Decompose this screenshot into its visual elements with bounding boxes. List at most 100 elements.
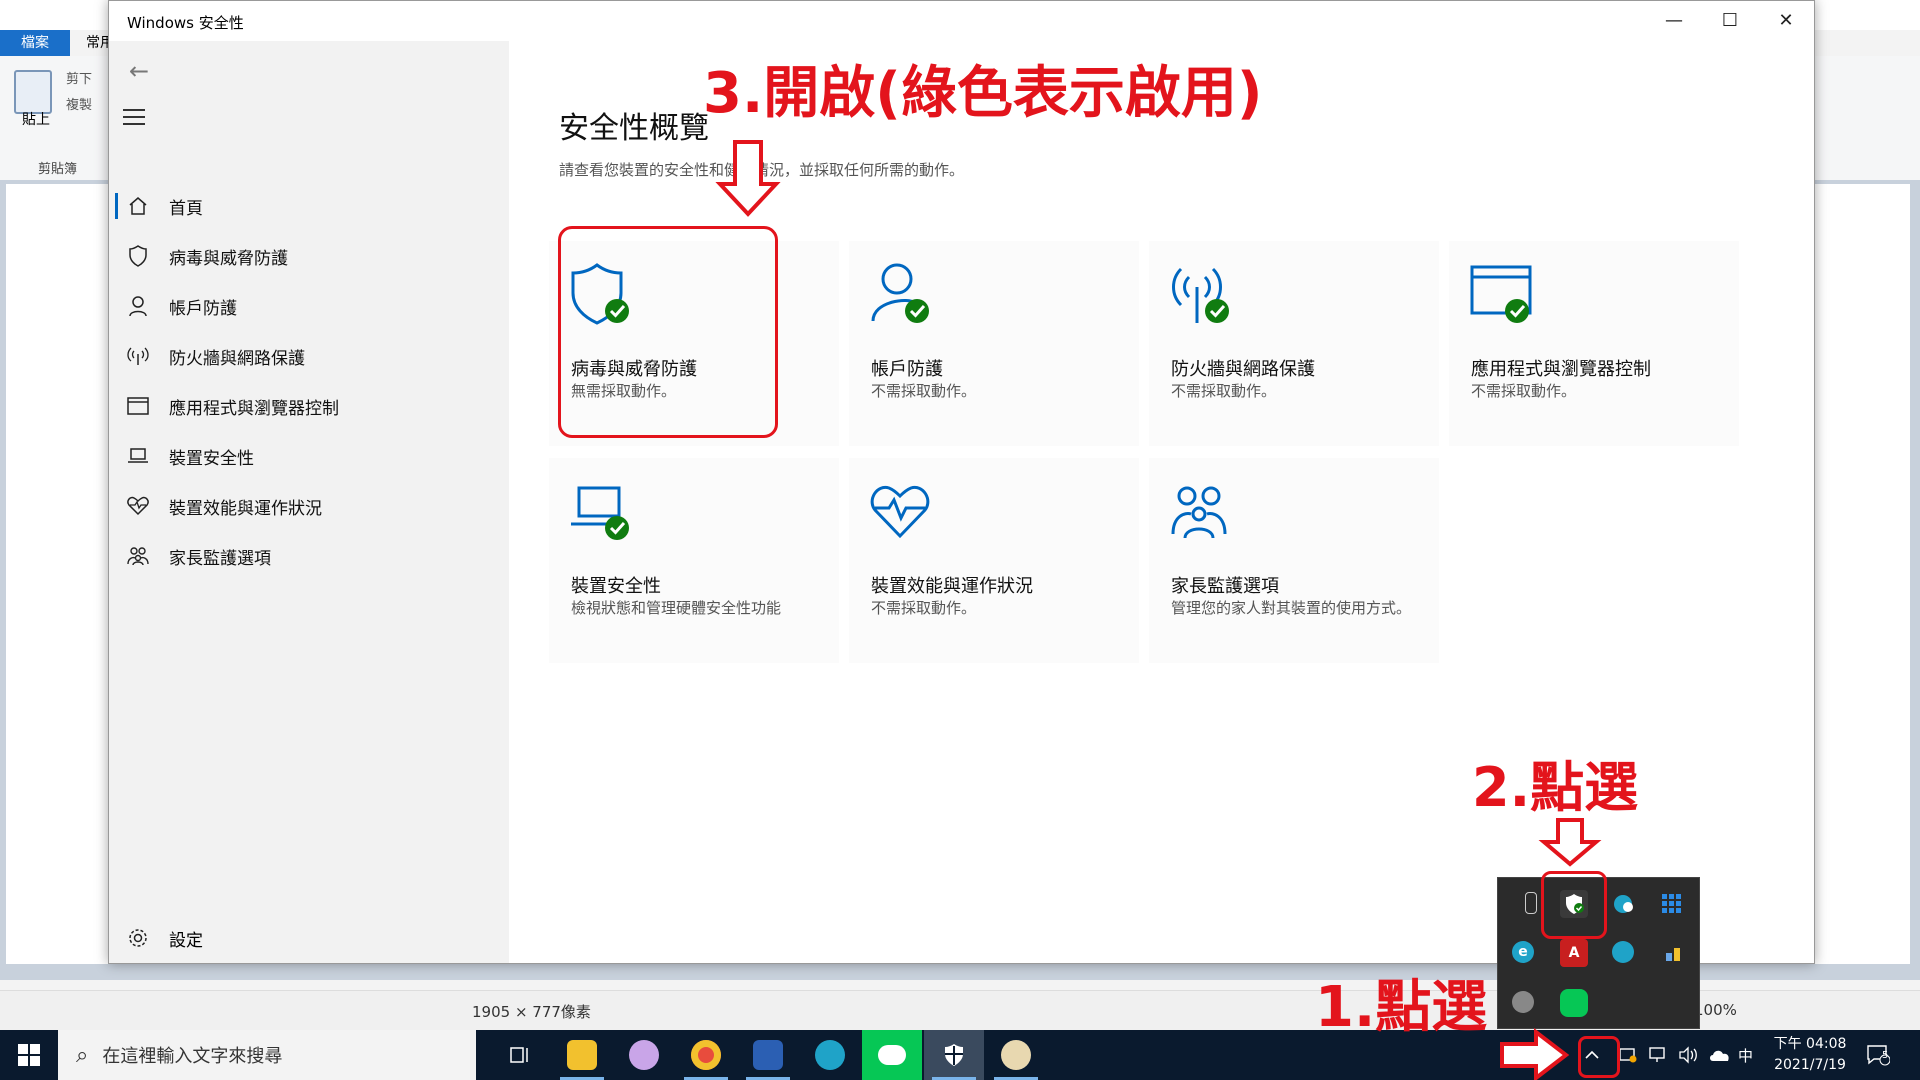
sidebar-item-label: 首頁 <box>169 198 203 219</box>
sidebar-item-home[interactable]: 首頁 <box>109 181 509 231</box>
hamburger-menu-icon[interactable] <box>123 109 147 127</box>
clock-time: 下午 04:08 <box>1773 1036 1847 1052</box>
chrome-app[interactable] <box>676 1030 736 1080</box>
paste-icon[interactable] <box>14 70 52 114</box>
word-app[interactable] <box>738 1030 798 1080</box>
tile-family-options[interactable]: 家長監護選項 管理您的家人對其裝置的使用方式。 <box>1149 458 1439 663</box>
maximize-button[interactable]: ☐ <box>1702 1 1758 41</box>
sidebar-item-family-options[interactable]: 家長監護選項 <box>109 531 509 581</box>
minimize-button[interactable]: — <box>1646 1 1702 41</box>
action-center-button[interactable]: 5 <box>1866 1030 1890 1080</box>
annotation-highlight-show-hidden <box>1578 1036 1620 1078</box>
acrobat-tray-icon[interactable]: A <box>1560 939 1588 967</box>
family-icon <box>123 546 153 566</box>
sidebar-item-account-protection[interactable]: 帳戶防護 <box>109 281 509 331</box>
sidebar-item-label: 病毒與威脅防護 <box>169 248 288 269</box>
annotation-step1: 1.點選 <box>1315 975 1488 1040</box>
grid-app-icon[interactable] <box>1658 890 1686 918</box>
windows-security-app[interactable] <box>924 1030 984 1080</box>
notification-count: 5 <box>1882 1050 1889 1061</box>
sidebar-item-settings[interactable]: 設定 <box>109 913 509 963</box>
person-check-icon <box>871 263 929 323</box>
line-app[interactable] <box>862 1030 922 1080</box>
network-app-icon[interactable] <box>1660 940 1688 968</box>
laptop-icon <box>123 447 153 465</box>
usb-eject-icon[interactable] <box>1525 892 1537 914</box>
home-icon <box>123 196 153 216</box>
sidebar-item-virus-protection[interactable]: 病毒與威脅防護 <box>109 231 509 281</box>
annotation-arrow-down-step2 <box>1538 818 1602 867</box>
image-dimensions: 1905 × 777像素 <box>472 1003 591 1021</box>
close-button[interactable]: ✕ <box>1758 1 1814 41</box>
file-tab[interactable]: 檔案 <box>0 30 70 56</box>
zoom-level: 100% <box>1694 1001 1737 1019</box>
wireless-check-icon <box>1172 267 1229 323</box>
page-title: 安全性概覽 <box>559 111 709 146</box>
family-icon <box>1171 486 1227 539</box>
tile-account-protection[interactable]: 帳戶防護 不需採取動作。 <box>849 241 1139 446</box>
heart-icon <box>123 496 153 516</box>
clock[interactable]: 下午 04:08 2021/7/19 <box>1764 1034 1856 1076</box>
timer-app-icon[interactable] <box>1612 941 1634 963</box>
ie-app[interactable] <box>800 1030 860 1080</box>
cut-button[interactable]: 剪下 <box>66 68 92 87</box>
tile-firewall[interactable]: 防火牆與網路保護 不需採取動作。 <box>1149 241 1439 446</box>
sidebar-item-label: 防火牆與網路保護 <box>169 348 305 369</box>
person-icon <box>123 295 153 317</box>
title-bar: Windows 安全性 — ☐ ✕ <box>109 1 1814 41</box>
sidebar-item-label: 帳戶防護 <box>169 298 237 319</box>
search-icon: ⌕ <box>76 1042 89 1068</box>
line-tray-icon[interactable] <box>1560 989 1588 1017</box>
paste-label[interactable]: 貼上 <box>22 112 50 128</box>
annotation-arrow-right-step1 <box>1500 1027 1570 1080</box>
gray-app-icon[interactable] <box>1512 991 1534 1013</box>
sidebar-item-label: 裝置效能與運作狀況 <box>169 498 322 519</box>
annotation-highlight-tray-icon <box>1541 871 1607 939</box>
sidebar-item-label: 家長監護選項 <box>169 548 271 569</box>
task-view-button[interactable] <box>490 1030 550 1080</box>
edge-sync-icon[interactable] <box>1610 890 1638 918</box>
ime-indicator[interactable]: 中 <box>1738 1030 1753 1080</box>
ie-tray-icon[interactable]: e <box>1512 941 1534 963</box>
file-explorer-app[interactable] <box>552 1030 612 1080</box>
tile-device-security[interactable]: 裝置安全性 檢視狀態和管理硬體安全性功能 <box>549 458 839 663</box>
tile-app-browser-control[interactable]: 應用程式與瀏覽器控制 不需採取動作。 <box>1449 241 1739 446</box>
tile-device-health[interactable]: 裝置效能與運作狀況 不需採取動作。 <box>849 458 1139 663</box>
tile-status: 不需採取動作。 <box>1171 382 1277 400</box>
gear-icon <box>123 927 153 949</box>
taskbar-search-box[interactable]: ⌕ 在這裡輸入文字來搜尋 <box>58 1030 476 1080</box>
tile-title: 家長監護選項 <box>1171 576 1279 597</box>
search-placeholder: 在這裡輸入文字來搜尋 <box>102 1046 283 1067</box>
settings-label: 設定 <box>169 930 203 951</box>
sidebar-item-app-browser-control[interactable]: 應用程式與瀏覽器控制 <box>109 381 509 431</box>
back-arrow-icon[interactable]: ← <box>125 57 153 85</box>
annotation-highlight-virus-tile <box>558 226 778 438</box>
laptop-check-icon <box>571 486 629 540</box>
annotation-step2: 2.點選 <box>1472 756 1639 819</box>
clipboard-group-label: 剪貼簿 <box>38 162 78 177</box>
start-button[interactable] <box>0 1030 58 1080</box>
sidebar: ← 首頁 病毒與威脅防護 帳戶防護 防火牆與網路保護 應用程式與瀏覽器控制 裝置… <box>109 41 509 963</box>
onedrive-icon[interactable] <box>1708 1030 1732 1080</box>
copy-button[interactable]: 複製 <box>66 94 92 113</box>
tile-title: 防火牆與網路保護 <box>1171 359 1315 380</box>
paint-app[interactable] <box>986 1030 1046 1080</box>
shield-icon <box>123 245 153 267</box>
network-icon[interactable] <box>1648 1030 1668 1080</box>
defender-status-icon[interactable] <box>1618 1030 1638 1080</box>
main-content: 安全性概覽 請查看您裝置的安全性和健康情況，並採取任何所需的動作。 病毒與威脅防… <box>509 41 1814 963</box>
tile-title: 裝置安全性 <box>571 576 661 597</box>
paint-3d-app[interactable] <box>614 1030 674 1080</box>
sidebar-item-device-security[interactable]: 裝置安全性 <box>109 431 509 481</box>
sidebar-item-device-health[interactable]: 裝置效能與運作狀況 <box>109 481 509 531</box>
tile-title: 裝置效能與運作狀況 <box>871 576 1033 597</box>
windows-logo-icon <box>18 1044 40 1066</box>
tile-title: 應用程式與瀏覽器控制 <box>1471 359 1651 380</box>
annotation-step3: 3.開啟(綠色表示啟用) <box>703 61 1263 126</box>
sidebar-item-firewall[interactable]: 防火牆與網路保護 <box>109 331 509 381</box>
clock-date: 2021/7/19 <box>1774 1057 1846 1073</box>
heart-pulse-icon <box>870 485 930 539</box>
volume-icon[interactable] <box>1678 1030 1698 1080</box>
sidebar-item-label: 應用程式與瀏覽器控制 <box>169 398 339 419</box>
sidebar-nav: 首頁 病毒與威脅防護 帳戶防護 防火牆與網路保護 應用程式與瀏覽器控制 裝置安全… <box>109 181 509 581</box>
